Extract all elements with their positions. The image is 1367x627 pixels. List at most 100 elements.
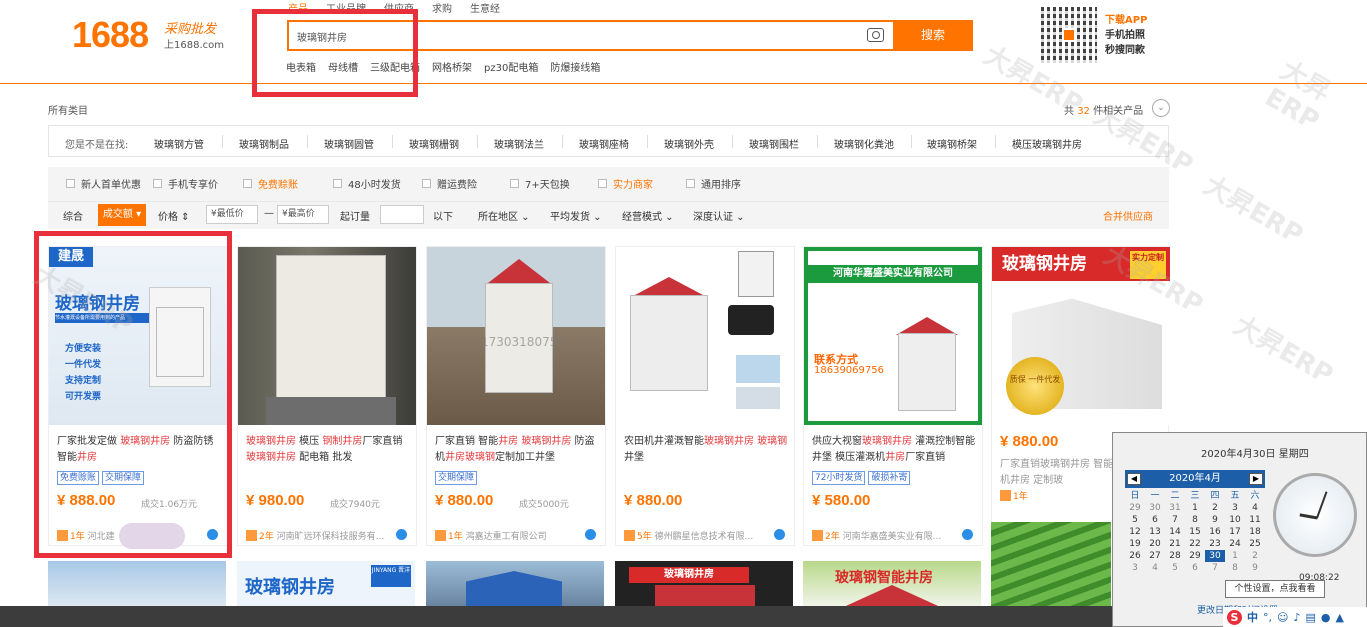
seller-name[interactable]: 2年 河南旷远环保科技服务有... <box>246 529 391 542</box>
seller-name[interactable]: 2年 河南华嘉盛美实业有限... <box>812 529 957 542</box>
suggestion-item[interactable]: 玻璃钢围栏 <box>749 136 799 151</box>
min-price-input[interactable]: ¥最低价 <box>206 205 258 224</box>
product-thumb-row2[interactable]: 玻璃钢智能井房 <box>803 561 981 606</box>
tab-business[interactable]: 生意经 <box>470 0 500 15</box>
chat-icon[interactable] <box>962 529 973 540</box>
moq-input[interactable] <box>380 205 424 224</box>
filter-panel: 新人首单优惠 手机专享价 免费赊账 48小时发货 赠运费险 7+天包换 实力商家… <box>48 167 1169 229</box>
week-row: 26 27 28 29 30 1 2 <box>1129 550 1258 562</box>
product-card[interactable]: 玻璃钢井房 模压 钢制井房厂家直销 玻璃钢井房 配电箱 批发 ¥ 980.00 … <box>237 246 417 546</box>
service-tags: 交期保障 <box>435 471 478 485</box>
sort-overall[interactable]: 综合 <box>63 208 83 223</box>
count-suffix: 件相关产品 <box>1093 106 1144 117</box>
product-title[interactable]: 供应大视窗玻璃钢井房 灌溉控制智能井堡 模压灌溉机井房厂家直销 <box>812 434 978 468</box>
week-row: 19 20 21 22 23 24 25 <box>1129 539 1261 549</box>
suggestion-item[interactable]: 玻璃钢化粪池 <box>834 136 894 151</box>
checkbox[interactable] <box>422 179 431 188</box>
suggestion-item[interactable]: 模压玻璃钢井房 <box>1012 136 1082 151</box>
product-image[interactable]: 17303180758 <box>427 247 605 425</box>
region-dropdown[interactable]: 所在地区 ⌄ <box>478 208 530 223</box>
product-card[interactable]: 17303180758 厂家直销 智能井房 玻璃钢井房 防盗机井房玻璃钢定制加工… <box>426 246 606 546</box>
clock-hand <box>1316 491 1328 519</box>
service-tag: 破损补寄 <box>868 471 911 485</box>
checkbox[interactable] <box>153 179 162 188</box>
suggestion-item[interactable]: 玻璃钢制品 <box>239 136 289 151</box>
product-thumb-row2[interactable] <box>48 561 226 606</box>
keyboard-icon[interactable]: ▤ <box>1306 611 1316 624</box>
suggestion-item[interactable]: 玻璃钢方管 <box>154 136 204 151</box>
merge-supplier[interactable]: 合并供应商 <box>1103 208 1153 223</box>
product-thumb-row2[interactable] <box>991 522 1111 606</box>
prev-month-icon[interactable]: ◀ <box>1127 473 1141 485</box>
emoji-icon[interactable]: ☺ <box>1277 611 1288 624</box>
product-card[interactable]: 农田机井灌溉智能玻璃钢井房 玻璃钢井堡 ¥ 880.00 5年 德州鹏星信息技术… <box>615 246 795 546</box>
product-image[interactable]: 玻璃钢井房 实力定制 质保 一件代发 <box>992 247 1170 425</box>
product-thumb-row2[interactable]: 玻璃钢井房 JINYANG 晋洋 <box>237 561 415 606</box>
site-logo[interactable]: 1688 采购批发 上1688.com <box>72 14 224 56</box>
chat-icon[interactable] <box>585 529 596 540</box>
seller-name[interactable]: 5年 德州鹏星信息技术有限... <box>624 529 769 542</box>
checkbox[interactable] <box>686 179 695 188</box>
product-thumb-row2[interactable]: 玻璃钢井房 <box>615 561 793 606</box>
product-title[interactable]: 厂家直销 智能井房 玻璃钢井房 防盗机井房玻璃钢定制加工井堡 <box>435 434 601 468</box>
suggestion-item[interactable]: 玻璃钢圆管 <box>324 136 374 151</box>
suggestion-item[interactable]: 玻璃钢桥架 <box>927 136 977 151</box>
suggestion-item[interactable]: 玻璃钢栅钢 <box>409 136 459 151</box>
filter-free-credit[interactable]: 免费赊账 <box>243 176 298 191</box>
tab-purchase[interactable]: 求购 <box>432 0 452 15</box>
chat-icon[interactable] <box>396 529 407 540</box>
hot-word[interactable]: 防爆接线箱 <box>550 59 600 74</box>
breadcrumb[interactable]: 所有类目 <box>48 102 88 117</box>
suggestion-bar: 您是不是在找: 玻璃钢方管 玻璃钢制品 玻璃钢圆管 玻璃钢栅钢 玻璃钢法兰 玻璃… <box>48 125 1169 157</box>
microphone-icon[interactable]: ♪ <box>1293 611 1300 624</box>
seller-name[interactable]: 1年 鸿嘉达重工有限公司 <box>435 529 580 542</box>
filter-new-user[interactable]: 新人首单优惠 <box>66 176 141 191</box>
product-card[interactable]: 河南华嘉盛美实业有限公司 联系方式 18639069756 供应大视窗玻璃钢井房… <box>803 246 983 546</box>
suggestion-item[interactable]: 玻璃钢座椅 <box>579 136 629 151</box>
camera-icon[interactable] <box>867 28 884 42</box>
app-download[interactable]: 下载APP 手机拍照 秒搜同款 <box>1105 13 1147 58</box>
sort-volume[interactable]: 成交额 ▾ <box>98 204 146 226</box>
product-image[interactable] <box>616 247 794 425</box>
suggestion-item[interactable]: 玻璃钢法兰 <box>494 136 544 151</box>
next-month-icon[interactable]: ▶ <box>1249 473 1263 485</box>
cabinet-shape <box>898 333 956 411</box>
logo-subtitle: 采购批发 上1688.com <box>164 22 244 54</box>
checkbox[interactable] <box>510 179 519 188</box>
chevron-down-icon[interactable]: ⌄ <box>1152 99 1170 117</box>
sort-price[interactable]: 价格 ⇕ <box>158 208 190 223</box>
filter-48h[interactable]: 48小时发货 <box>333 176 401 191</box>
max-price-input[interactable]: ¥最高价 <box>277 205 329 224</box>
product-title[interactable]: 农田机井灌溉智能玻璃钢井房 玻璃钢井堡 <box>624 434 790 468</box>
user-icon[interactable]: ● <box>1321 611 1331 624</box>
product-image[interactable]: 河南华嘉盛美实业有限公司 联系方式 18639069756 <box>804 247 982 425</box>
shipping-dropdown[interactable]: 平均发货 ⌄ <box>550 208 602 223</box>
punctuation-icon[interactable]: °, <box>1263 611 1272 624</box>
product-title[interactable]: 玻璃钢井房 模压 钢制井房厂家直销 玻璃钢井房 配电箱 批发 <box>246 434 412 468</box>
search-button[interactable]: 搜索 <box>893 20 973 51</box>
checkbox[interactable] <box>333 179 342 188</box>
hot-word[interactable]: pz30配电箱 <box>484 59 538 74</box>
meter-device <box>738 251 774 297</box>
hot-word[interactable]: 网格桥架 <box>432 59 472 74</box>
suggestion-item[interactable]: 玻璃钢外壳 <box>664 136 714 151</box>
product-price: ¥ 880.00 <box>1000 433 1059 450</box>
filter-general-sort[interactable]: 通用排序 <box>686 176 741 191</box>
checkbox[interactable] <box>66 179 75 188</box>
certification-dropdown[interactable]: 深度认证 ⌄ <box>693 208 745 223</box>
checkbox[interactable] <box>598 179 607 188</box>
checkbox[interactable] <box>243 179 252 188</box>
filter-freight[interactable]: 赠运费险 <box>422 176 477 191</box>
product-thumb-row2[interactable] <box>426 561 604 606</box>
chat-icon[interactable] <box>774 529 785 540</box>
result-count: 共 32 件相关产品 <box>1064 102 1143 117</box>
skin-icon[interactable]: ▲ <box>1336 611 1344 624</box>
business-mode-dropdown[interactable]: 经营模式 ⌄ <box>622 208 674 223</box>
ime-language[interactable]: 中 <box>1247 609 1258 625</box>
filter-7day[interactable]: 7+天包换 <box>510 176 570 191</box>
product-image[interactable] <box>238 247 416 425</box>
filter-mobile-price[interactable]: 手机专享价 <box>153 176 218 191</box>
selected-day[interactable]: 30 <box>1205 550 1225 562</box>
sogou-logo-icon[interactable]: S <box>1227 609 1242 625</box>
filter-strong-merchant[interactable]: 实力商家 <box>598 176 653 191</box>
